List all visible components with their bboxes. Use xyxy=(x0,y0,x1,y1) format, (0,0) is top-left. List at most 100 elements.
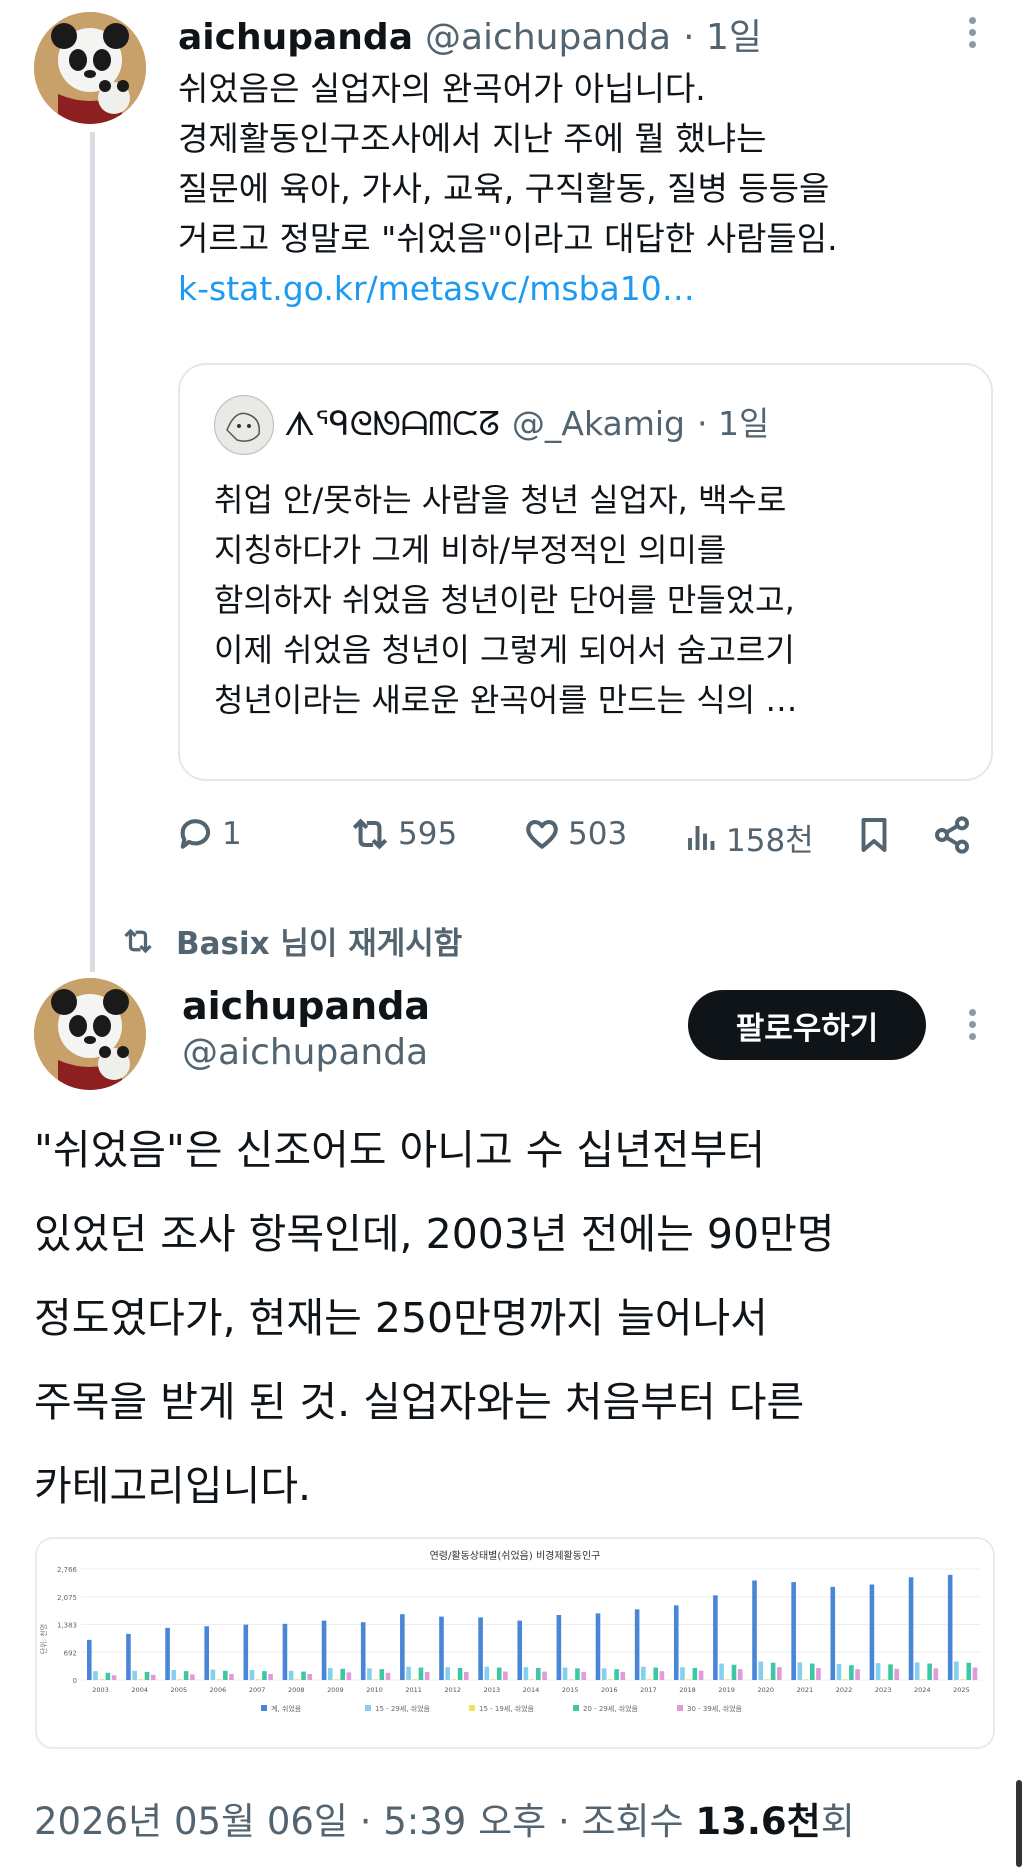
x-tick-label: 2017 xyxy=(640,1686,657,1694)
more-options-icon[interactable] xyxy=(969,1004,979,1045)
bar xyxy=(869,1584,875,1680)
bar xyxy=(680,1667,685,1680)
x-tick-label: 2023 xyxy=(875,1686,892,1694)
views-button[interactable]: 158천 xyxy=(684,815,814,860)
repost-button[interactable]: 595 xyxy=(348,815,457,853)
legend-label: 30 - 39세, 쉬었음 xyxy=(687,1704,743,1713)
reply-button[interactable]: 1 xyxy=(178,815,242,853)
bar xyxy=(451,1679,457,1680)
bar xyxy=(126,1633,131,1680)
main-author-avatar[interactable] xyxy=(34,978,146,1090)
main-author-handle[interactable]: @aichupanda xyxy=(182,1032,430,1073)
reply-count: 1 xyxy=(222,816,242,852)
y-tick-label: 1,383 xyxy=(57,1622,77,1630)
reply-icon xyxy=(180,819,211,849)
bar xyxy=(99,1679,104,1680)
bar xyxy=(288,1670,294,1680)
bar xyxy=(653,1667,659,1680)
tweet-line: 쉬었음은 실업자의 완곡어가 아닙니다. xyxy=(178,69,706,108)
bar xyxy=(875,1663,881,1680)
legend-swatch xyxy=(573,1705,579,1711)
x-tick-label: 2021 xyxy=(797,1686,814,1694)
scrollbar-thumb[interactable] xyxy=(1016,1780,1022,1867)
bar xyxy=(165,1627,170,1680)
bar xyxy=(138,1679,144,1680)
repost-icon xyxy=(124,928,152,953)
quote-body: 취업 안/못하는 사람을 청년 실업자, 백수로 지칭하다가 그게 비하/부정적… xyxy=(214,475,797,725)
legend-swatch xyxy=(261,1705,267,1711)
quote-time: · 1일 xyxy=(696,404,770,443)
follow-button[interactable]: 팔로우하기 xyxy=(688,990,926,1060)
bar xyxy=(183,1671,189,1680)
x-tick-label: 2004 xyxy=(131,1686,148,1694)
bar xyxy=(210,1669,216,1680)
author-name[interactable]: aichupanda xyxy=(178,17,413,58)
tweet-line: 거르고 정말로 "쉬었음"이라고 대답한 사람들임. xyxy=(178,219,838,258)
bar xyxy=(647,1679,652,1680)
quote-author-name: ᗑᙯᘓᘚᗩᗰᙅᘔ xyxy=(284,404,500,443)
author-handle[interactable]: @aichupanda xyxy=(425,17,671,58)
bar xyxy=(713,1595,718,1680)
bar xyxy=(517,1620,523,1680)
legend-label: 20 - 29세, 쉬었음 xyxy=(583,1704,639,1713)
bar-chart: 연령/활동상태별(쉬었음) 비경제활동인구 단위: 천명 2,766 2,075 1… xyxy=(39,1549,981,1713)
x-tick-label: 2019 xyxy=(718,1686,735,1694)
tweet-header: aichupanda @aichupanda · 1일 xyxy=(178,8,762,60)
share-button[interactable] xyxy=(932,815,972,859)
bar xyxy=(659,1671,665,1680)
like-button[interactable]: 503 xyxy=(522,815,627,853)
bar xyxy=(601,1668,607,1680)
quote-line: 이제 쉬었음 청년이 그렇게 되어서 숨고르기 xyxy=(214,631,795,669)
y-tick-label: 2,075 xyxy=(57,1594,77,1602)
bar xyxy=(914,1662,920,1680)
x-tick-label: 2008 xyxy=(288,1686,305,1694)
like-count: 503 xyxy=(568,816,628,852)
bar xyxy=(424,1671,430,1680)
bar xyxy=(367,1668,372,1680)
view-suffix: 회 xyxy=(820,1800,855,1843)
main-tweet-line: "쉬었음"은 신조어도 아니고 수 십년전부터 xyxy=(34,1126,766,1174)
bar xyxy=(737,1669,743,1680)
bar xyxy=(809,1663,815,1680)
bar xyxy=(307,1673,313,1680)
share-icon xyxy=(935,816,969,854)
bar xyxy=(692,1667,698,1680)
view-count: 158천 xyxy=(726,823,814,859)
bar xyxy=(673,1605,679,1680)
x-tick-label: 2009 xyxy=(327,1686,344,1694)
bar xyxy=(373,1679,378,1680)
tweet-link[interactable]: k-stat.go.kr/metasvc/msba10… xyxy=(178,264,838,314)
bar xyxy=(581,1671,586,1680)
bar xyxy=(797,1662,803,1680)
legend-label: 15 - 19세, 쉬었음 xyxy=(479,1704,535,1713)
x-tick-label: 2010 xyxy=(366,1686,383,1694)
panda-avatar-image xyxy=(34,12,146,124)
bar xyxy=(542,1671,547,1680)
bar xyxy=(725,1679,731,1680)
bar xyxy=(379,1669,385,1680)
bar xyxy=(933,1668,939,1680)
bar xyxy=(171,1669,177,1680)
author-avatar[interactable] xyxy=(34,12,146,124)
chart-image[interactable]: 연령/활동상태별(쉬었음) 비경제활동인구 단위: 천명 2,766 2,075 1… xyxy=(35,1537,995,1749)
bar xyxy=(243,1624,249,1680)
bar xyxy=(830,1586,836,1680)
bar xyxy=(634,1609,640,1680)
quote-tweet-card[interactable]: ᗑᙯᘓᘚᗩᗰᙅᘔ @_Akamig · 1일 취업 안/못하는 사람을 청년 실… xyxy=(178,363,993,781)
x-tick-label: 2015 xyxy=(562,1686,579,1694)
bar xyxy=(947,1574,953,1680)
x-tick-label: 2012 xyxy=(444,1686,461,1694)
repost-notice[interactable]: Basix 님이 재게시함 xyxy=(120,918,462,963)
more-options-icon[interactable] xyxy=(969,12,979,53)
x-tick-label: 2014 xyxy=(523,1686,540,1694)
legend-swatch xyxy=(677,1705,683,1711)
y-tick-label: 0 xyxy=(73,1677,77,1685)
main-author-name[interactable]: aichupanda xyxy=(182,984,430,1028)
x-tick-label: 2020 xyxy=(758,1686,775,1694)
bar xyxy=(921,1679,926,1680)
tweet-line: 질문에 육아, 가사, 교육, 구직활동, 질병 등등을 xyxy=(178,169,830,208)
tweet-datetime[interactable]: 2026년 05월 06일 · 5:39 오후 · 조회수 xyxy=(34,1800,684,1843)
bookmark-button[interactable] xyxy=(856,815,892,859)
repost-icon xyxy=(352,818,388,850)
tweet-time[interactable]: · 1일 xyxy=(683,8,762,60)
